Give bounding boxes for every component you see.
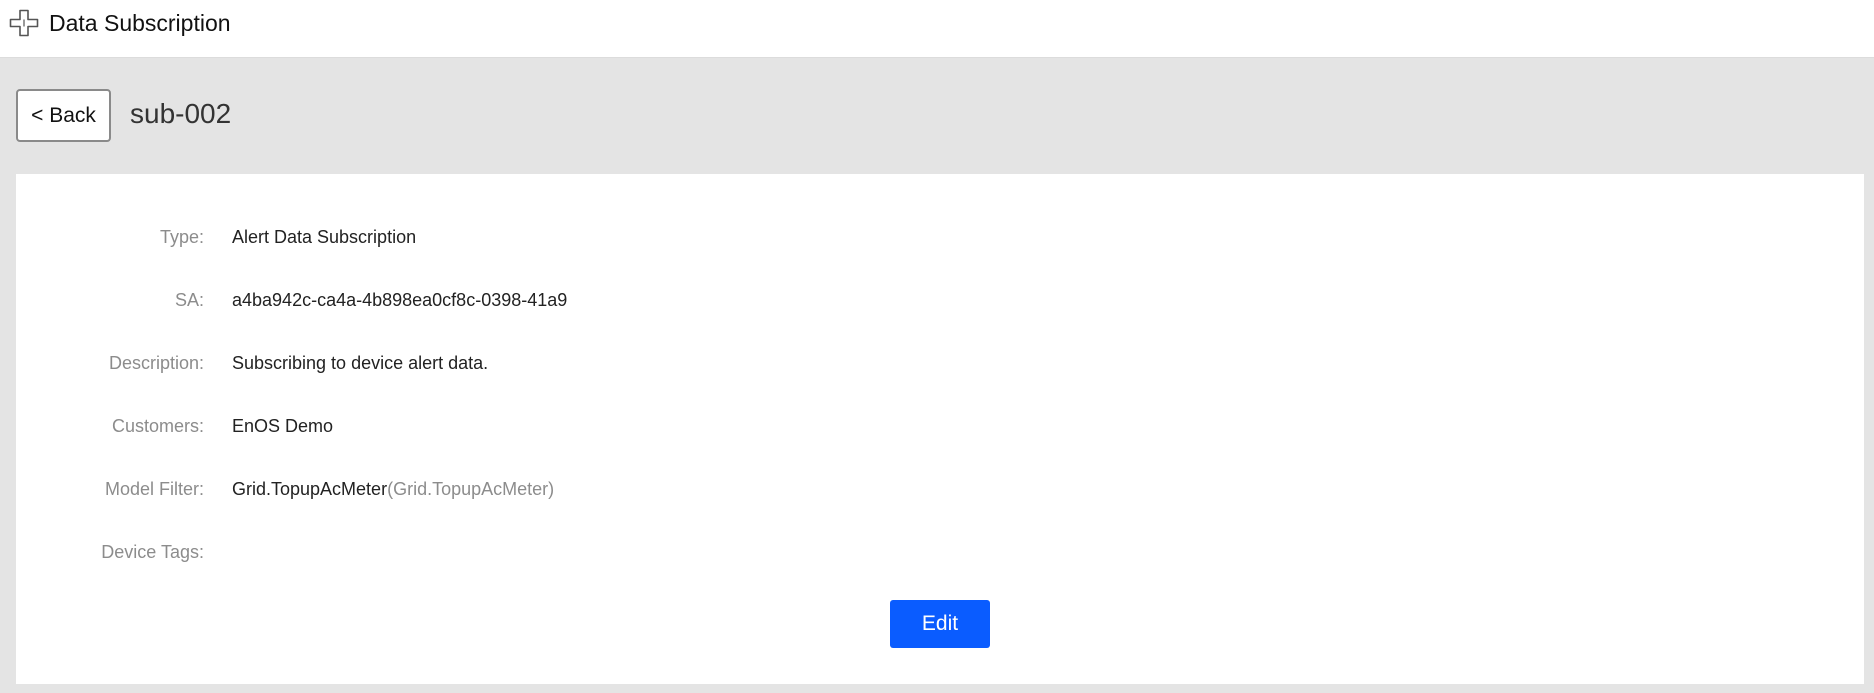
field-value-description: Subscribing to device alert data. — [232, 353, 489, 373]
field-row-sa: SA: a4ba942c-ca4a-4b898ea0cf8c-0398-41a9 — [16, 285, 1864, 315]
field-value-type: Alert Data Subscription — [232, 227, 417, 247]
app-header: Data Subscription — [0, 0, 1874, 58]
field-value-model-filter: Grid.TopupAcMeter(Grid.TopupAcMeter) — [232, 474, 554, 504]
cross-logo-icon — [9, 9, 39, 37]
field-label-device-tags: Device Tags: — [101, 542, 204, 562]
detail-subheader: < Back sub-002 — [0, 58, 1874, 174]
field-row-device-tags: Device Tags: — [16, 537, 1864, 567]
edit-button[interactable]: Edit — [890, 600, 990, 648]
model-filter-id: (Grid.TopupAcMeter) — [387, 479, 555, 499]
field-label-description: Description: — [108, 353, 204, 373]
field-value-customers: EnOS Demo — [232, 416, 334, 436]
app-title: Data Subscription — [49, 10, 231, 36]
field-label-type: Type: — [159, 227, 204, 247]
field-row-type: Type: Alert Data Subscription — [16, 222, 1864, 252]
field-label-customers: Customers: — [111, 416, 204, 436]
field-value-sa: a4ba942c-ca4a-4b898ea0cf8c-0398-41a9 — [232, 290, 568, 310]
field-label-sa: SA: — [174, 290, 204, 310]
back-button[interactable]: < Back — [16, 89, 111, 142]
field-row-customers: Customers: EnOS Demo — [16, 411, 1864, 441]
page-title: sub-002 — [130, 98, 232, 129]
model-filter-name: Grid.TopupAcMeter — [232, 479, 388, 499]
field-row-description: Description: Subscribing to device alert… — [16, 348, 1864, 378]
detail-card: Type: Alert Data Subscription SA: a4ba94… — [16, 174, 1864, 684]
field-row-model-filter: Model Filter: Grid.TopupAcMeter(Grid.Top… — [16, 474, 1864, 504]
field-label-model-filter: Model Filter: — [104, 479, 204, 499]
